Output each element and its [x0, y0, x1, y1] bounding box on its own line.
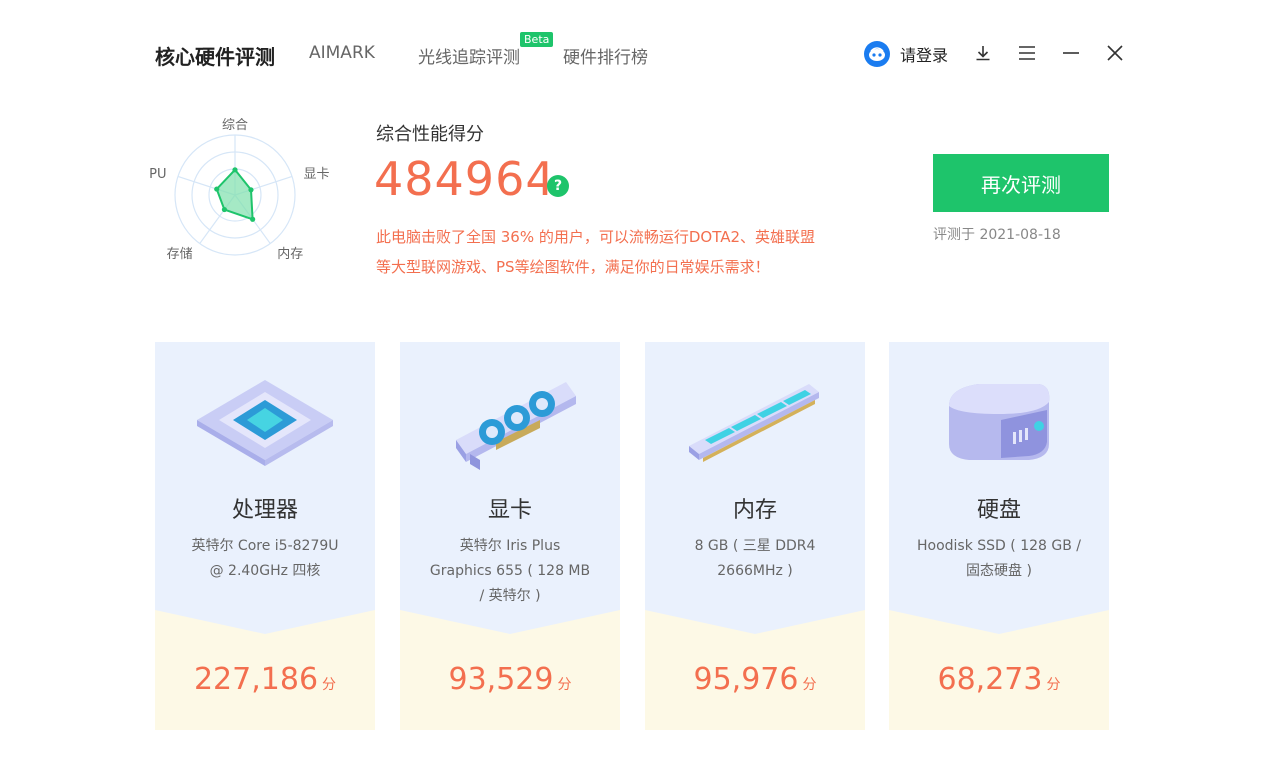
close-icon[interactable] [1102, 40, 1128, 66]
card-score: 95,976分 [645, 662, 865, 697]
hardware-card-gpu[interactable]: 显卡 英特尔 Iris Plus Graphics 655 ( 128 MB /… [400, 342, 620, 730]
nav-aimark[interactable]: AIMARK [309, 43, 375, 63]
ram-icon [645, 362, 865, 482]
hardware-card-disk[interactable]: 硬盘 Hoodisk SSD ( 128 GB / 固态硬盘 ) 68,273分 [889, 342, 1109, 730]
app-title: 核心硬件评测 [155, 41, 275, 70]
card-desc-line: / 英特尔 ) [420, 584, 600, 609]
card-score: 227,186分 [155, 662, 375, 697]
help-icon[interactable]: ? [547, 175, 569, 197]
card-score: 93,529分 [400, 662, 620, 697]
card-desc-line: @ 2.40GHz 四核 [175, 559, 355, 584]
robot-avatar-icon [864, 41, 890, 67]
score-description: 此电脑击败了全国 36% 的用户，可以流畅运行DOTA2、英雄联盟 等大型联网游… [376, 222, 916, 282]
login-label[interactable]: 请登录 [900, 42, 948, 66]
cpu-icon [155, 362, 375, 482]
card-title: 内存 [645, 492, 865, 524]
card-description: 英特尔 Iris Plus Graphics 655 ( 128 MB / 英特… [420, 534, 600, 609]
gpu-icon [400, 362, 620, 482]
radar-point [222, 207, 227, 212]
radar-point [214, 186, 219, 191]
disk-icon [889, 362, 1109, 482]
overall-score-label: 综合性能得分 [376, 120, 484, 146]
radar-label-gpu: 显卡 [304, 167, 330, 182]
card-title: 处理器 [155, 492, 375, 524]
card-score-value: 68,273 [938, 662, 1043, 697]
download-icon[interactable] [970, 40, 996, 66]
card-score-unit: 分 [322, 677, 336, 693]
radar-label-memory: 内存 [277, 246, 303, 262]
performance-radar-chart: 综合 显卡 内存 存储 CPU [150, 118, 360, 283]
card-score-value: 95,976 [694, 662, 799, 697]
nav-ray-tracing[interactable]: 光线追踪评测 [418, 43, 520, 68]
card-score-unit: 分 [802, 677, 816, 693]
card-desc-line: 2666MHz ) [665, 559, 845, 584]
test-date: 评测于 2021-08-18 [933, 224, 1061, 244]
card-score-unit: 分 [557, 677, 571, 693]
card-desc-line: 英特尔 Core i5-8279U [175, 534, 355, 559]
app-header: 核心硬件评测 AIMARK 光线追踪评测 Beta 硬件排行榜 请登录 [0, 0, 1262, 100]
card-score-value: 93,529 [449, 662, 554, 697]
hardware-card-memory[interactable]: 内存 8 GB ( 三星 DDR4 2666MHz ) 95,976分 [645, 342, 865, 730]
card-description: 8 GB ( 三星 DDR4 2666MHz ) [665, 534, 845, 584]
radar-label-overall: 综合 [222, 118, 248, 133]
card-desc-line: Hoodisk SSD ( 128 GB / [909, 534, 1089, 559]
menu-icon[interactable] [1014, 40, 1040, 66]
radar-point [232, 167, 237, 172]
radar-point [248, 187, 253, 192]
card-score-unit: 分 [1046, 677, 1060, 693]
radar-label-cpu: CPU [150, 167, 167, 182]
nav-hardware-ranking[interactable]: 硬件排行榜 [563, 43, 648, 68]
overall-score-value: 484964 [374, 152, 556, 206]
card-score: 68,273分 [889, 662, 1109, 697]
card-desc-line: 英特尔 Iris Plus [420, 534, 600, 559]
card-description: 英特尔 Core i5-8279U @ 2.40GHz 四核 [175, 534, 355, 584]
card-desc-line: Graphics 655 ( 128 MB [420, 559, 600, 584]
minimize-icon[interactable] [1058, 40, 1084, 66]
login-button[interactable]: 请登录 [864, 40, 948, 68]
card-desc-line: 8 GB ( 三星 DDR4 [665, 534, 845, 559]
radar-point [250, 217, 255, 222]
retest-button[interactable]: 再次评测 [933, 154, 1109, 212]
card-description: Hoodisk SSD ( 128 GB / 固态硬盘 ) [909, 534, 1089, 584]
card-title: 显卡 [400, 492, 620, 524]
card-desc-line: 固态硬盘 ) [909, 559, 1089, 584]
card-title: 硬盘 [889, 492, 1109, 524]
score-description-line: 此电脑击败了全国 36% 的用户，可以流畅运行DOTA2、英雄联盟 [376, 222, 916, 252]
beta-badge: Beta [520, 32, 553, 47]
card-score-value: 227,186 [194, 662, 318, 697]
hardware-card-cpu[interactable]: 处理器 英特尔 Core i5-8279U @ 2.40GHz 四核 227,1… [155, 342, 375, 730]
score-description-line: 等大型联网游戏、PS等绘图软件，满足你的日常娱乐需求！ [376, 252, 916, 282]
radar-label-storage: 存储 [167, 247, 193, 262]
